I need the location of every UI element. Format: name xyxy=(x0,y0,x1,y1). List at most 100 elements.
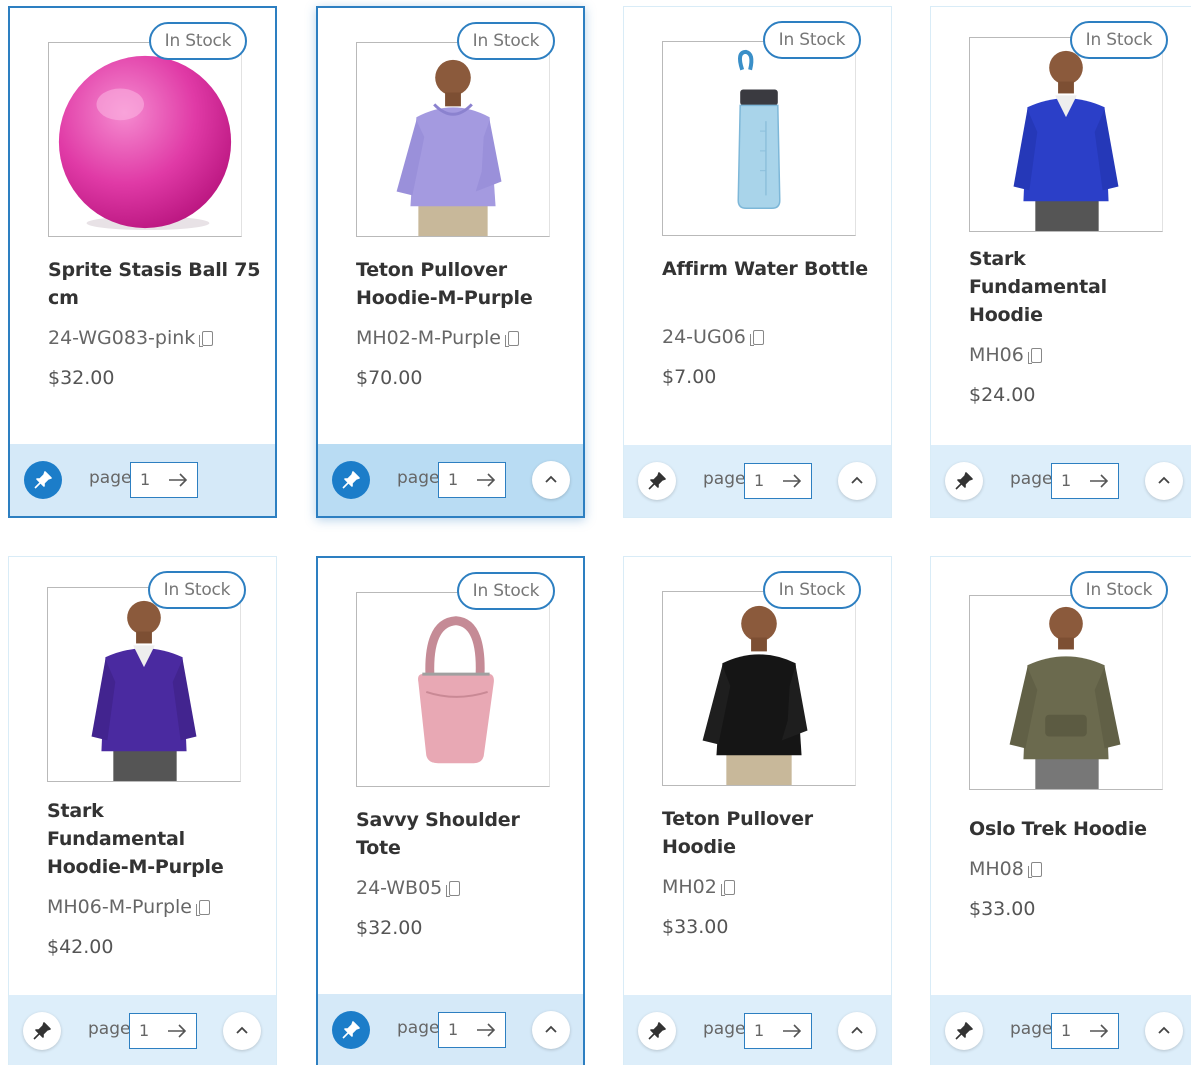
product-image xyxy=(662,41,856,236)
chevron-up-icon xyxy=(1158,1026,1170,1034)
card-toolbar: page xyxy=(9,995,276,1065)
product-name[interactable]: Affirm Water Bottle xyxy=(662,255,882,283)
page-jump xyxy=(438,462,506,498)
pin-button[interactable] xyxy=(332,1011,370,1049)
pin-button[interactable] xyxy=(638,462,676,500)
pin-button[interactable] xyxy=(945,462,983,500)
product-sku: MH08 xyxy=(969,855,1042,883)
product-image xyxy=(356,592,550,787)
arrow-right-icon[interactable] xyxy=(475,472,497,488)
hoodie-image xyxy=(91,600,197,781)
pin-button[interactable] xyxy=(945,1012,983,1050)
product-name[interactable]: Stark Fundamental Hoodie-M-Purple xyxy=(47,797,247,881)
page-jump xyxy=(744,1013,812,1049)
copy-icon[interactable] xyxy=(199,331,214,347)
page-input[interactable] xyxy=(439,463,471,496)
product-price: $70.00 xyxy=(356,367,423,389)
product-image xyxy=(356,42,550,237)
page-input[interactable] xyxy=(131,463,163,496)
copy-icon[interactable] xyxy=(1027,862,1042,878)
product-price: $42.00 xyxy=(47,936,114,958)
page-jump xyxy=(744,463,812,499)
in-stock-badge: In Stock xyxy=(1070,21,1168,59)
product-sku: 24-WG083-pink xyxy=(48,324,214,352)
page-input[interactable] xyxy=(130,1014,162,1047)
product-card[interactable]: In Stock Teton Pullover Hoodie MH02 $33.… xyxy=(623,556,892,1065)
copy-icon[interactable] xyxy=(504,331,519,347)
product-card[interactable]: In Stock Stark Fundamental Hoodie-M-Purp… xyxy=(8,556,277,1065)
copy-icon[interactable] xyxy=(1027,348,1042,364)
scroll-up-button[interactable] xyxy=(1145,1012,1183,1050)
page-jump xyxy=(1051,463,1119,499)
product-card[interactable]: In Stock Stark Fundamental Hoodie MH06 $… xyxy=(930,6,1191,518)
page-jump xyxy=(1051,1013,1119,1049)
page-input[interactable] xyxy=(1052,1014,1084,1047)
arrow-right-icon[interactable] xyxy=(1088,1023,1110,1039)
copy-icon[interactable] xyxy=(749,330,764,346)
scroll-up-button[interactable] xyxy=(223,1012,261,1050)
page-label: page xyxy=(1010,1019,1053,1039)
page-label: page xyxy=(89,468,132,488)
scroll-up-button[interactable] xyxy=(532,461,570,499)
page-input[interactable] xyxy=(1052,464,1084,497)
product-sku: 24-WB05 xyxy=(356,874,461,902)
card-toolbar: page xyxy=(318,444,583,516)
product-card[interactable]: In Stock Teton Pullover Hoodie-M-Purple … xyxy=(316,6,585,518)
pin-icon xyxy=(648,1022,666,1040)
copy-icon[interactable] xyxy=(720,880,735,896)
card-toolbar: page xyxy=(624,445,891,517)
sku-text: 24-WG083-pink xyxy=(48,327,196,349)
product-price: $7.00 xyxy=(662,366,717,388)
scroll-up-button[interactable] xyxy=(838,1012,876,1050)
product-name[interactable]: Oslo Trek Hoodie xyxy=(969,815,1169,843)
scroll-up-button[interactable] xyxy=(1145,462,1183,500)
arrow-right-icon[interactable] xyxy=(166,1023,188,1039)
pin-button[interactable] xyxy=(332,461,370,499)
arrow-right-icon[interactable] xyxy=(167,472,189,488)
in-stock-badge: In Stock xyxy=(457,22,555,60)
product-name[interactable]: Savvy Shoulder Tote xyxy=(356,806,536,862)
water-bottle-image xyxy=(737,49,781,210)
arrow-right-icon[interactable] xyxy=(781,473,803,489)
page-input[interactable] xyxy=(745,464,777,497)
arrow-right-icon[interactable] xyxy=(781,1023,803,1039)
in-stock-badge: In Stock xyxy=(457,572,555,610)
arrow-right-icon[interactable] xyxy=(475,1022,497,1038)
page-label: page xyxy=(703,1019,746,1039)
chevron-up-icon xyxy=(545,475,557,483)
sku-text: 24-UG06 xyxy=(662,326,746,348)
pin-button[interactable] xyxy=(23,1012,61,1050)
product-card[interactable]: In Stock Affirm Water Bottle 24-UG06 $7.… xyxy=(623,6,892,518)
chevron-up-icon xyxy=(545,1025,557,1033)
page-input[interactable] xyxy=(745,1014,777,1047)
sku-text: MH06 xyxy=(969,344,1024,366)
product-image xyxy=(48,42,242,237)
product-name[interactable]: Teton Pullover Hoodie-M-Purple xyxy=(356,256,576,312)
card-toolbar: page xyxy=(931,995,1191,1065)
product-sku: 24-UG06 xyxy=(662,323,764,351)
copy-icon[interactable] xyxy=(446,881,461,897)
product-card[interactable]: In Stock Sprite Stasis Ball 75 cm 24-WG0… xyxy=(8,6,277,518)
pin-icon xyxy=(342,1021,360,1039)
product-image xyxy=(969,595,1163,790)
page-input[interactable] xyxy=(439,1013,471,1046)
product-card[interactable]: In Stock Savvy Shoulder Tote 24-WB05 $32… xyxy=(316,556,585,1065)
arrow-right-icon[interactable] xyxy=(1088,473,1110,489)
page-label: page xyxy=(703,469,746,489)
pin-button[interactable] xyxy=(24,461,62,499)
hoodie-image xyxy=(396,59,502,236)
product-card[interactable]: In Stock Oslo Trek Hoodie MH08 $33.00 pa… xyxy=(930,556,1191,1065)
product-name[interactable]: Teton Pullover Hoodie xyxy=(662,805,842,861)
scroll-up-button[interactable] xyxy=(532,1011,570,1049)
product-name[interactable]: Stark Fundamental Hoodie xyxy=(969,245,1139,329)
product-image xyxy=(47,587,241,782)
pin-button[interactable] xyxy=(638,1012,676,1050)
scroll-up-button[interactable] xyxy=(838,462,876,500)
product-sku: MH06 xyxy=(969,341,1042,369)
page-jump xyxy=(130,462,198,498)
copy-icon[interactable] xyxy=(195,900,210,916)
product-name[interactable]: Sprite Stasis Ball 75 cm xyxy=(48,256,268,312)
product-price: $33.00 xyxy=(662,916,729,938)
pin-icon xyxy=(955,472,973,490)
pin-icon xyxy=(342,471,360,489)
